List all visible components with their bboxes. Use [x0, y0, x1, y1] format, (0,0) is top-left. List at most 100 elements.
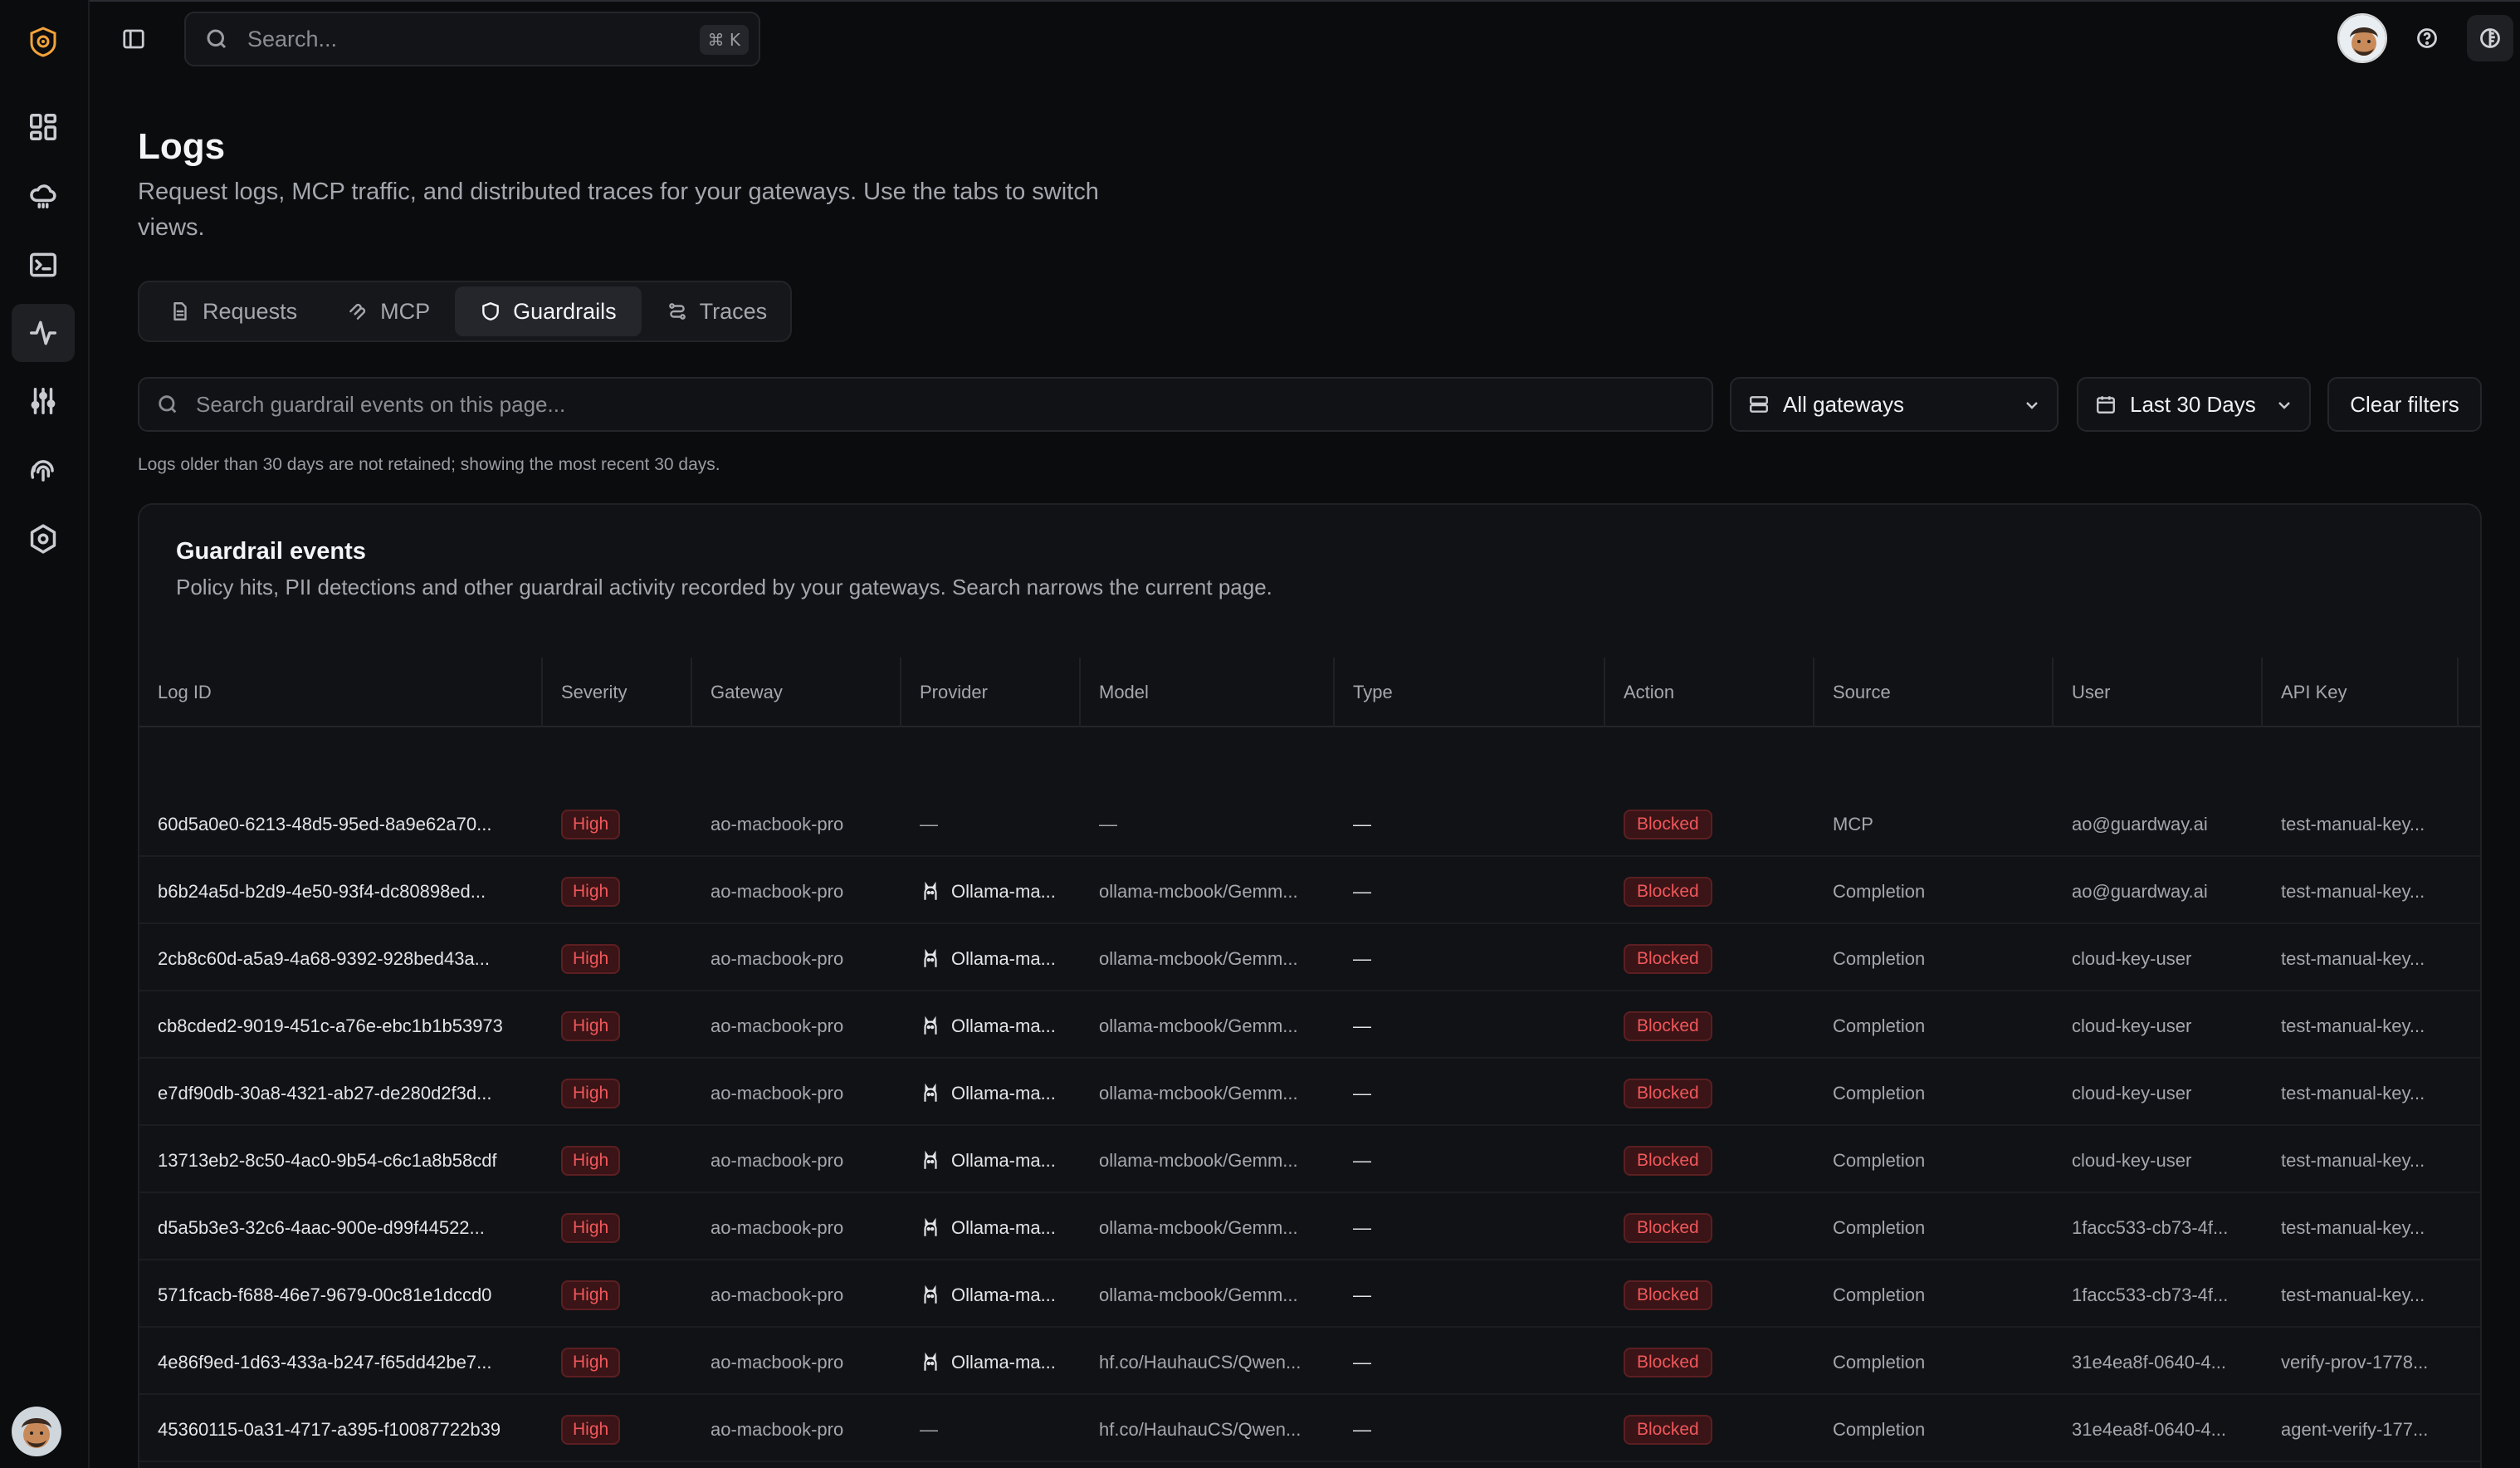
tab-mcp[interactable]: MCP [322, 286, 455, 336]
log-id-cell[interactable]: 45360115-0a31-4717-a395-f10087722b39 [139, 1397, 543, 1462]
api-key-cell: verify-prov-1778... [2281, 1351, 2429, 1373]
api-key-cell: agent-verify-177... [2281, 1418, 2429, 1440]
table-row[interactable]: b6b24a5d-b2d9-4e50-93f4-dc80898ed... High… [139, 859, 2480, 924]
log-id-cell[interactable]: 4e86f9ed-1d63-433a-b247-f65dd42be7... [139, 1329, 543, 1395]
column-header[interactable]: Source [1814, 658, 2054, 727]
table-row[interactable]: e7df90db-30a8-4321-ab27-de280d2f3d... Hig… [139, 1060, 2480, 1126]
column-header[interactable]: Provider [901, 658, 1081, 727]
table-row[interactable]: 60d5a0e0-6213-48d5-95ed-8a9e62a70... High… [139, 791, 2480, 857]
severity-cell: High [543, 1262, 692, 1328]
search-icon [159, 395, 177, 413]
provider-name: Ollama-ma... [951, 1216, 1056, 1238]
model-cell: ollama-mcbook/Gemm... [1099, 947, 1298, 969]
user-avatar[interactable] [2337, 13, 2387, 63]
help-icon[interactable] [2404, 15, 2450, 61]
nav-settings-icon[interactable] [12, 510, 75, 568]
ollama-icon [924, 948, 937, 967]
model-cell: ollama-mcbook/Gemm... [1099, 1216, 1298, 1238]
source-cell: Completion [1833, 1351, 1926, 1373]
api-key-cell: test-manual-key... [2281, 1216, 2425, 1238]
gateway-cell: ao-macbook-pro [711, 947, 844, 969]
sidebar-avatar[interactable] [12, 1407, 61, 1456]
provider-name: Ollama-ma... [951, 1015, 1056, 1036]
nav-fingerprint-icon[interactable] [12, 442, 75, 500]
log-id-cell[interactable]: b6b24a5d-b2d9-4e50-93f4-dc80898ed... [139, 859, 543, 924]
tab-label: Guardrails [513, 298, 617, 324]
type-cell: — [1353, 813, 1371, 834]
gateway-select-value: All gateways [1783, 391, 1904, 417]
provider-cell: Ollama-ma... [901, 1195, 1081, 1260]
table-row[interactable]: cb8cded2-9019-451c-a76e-ebc1b1b53973 High… [139, 993, 2480, 1059]
log-id-cell[interactable]: d5a5b3e3-32c6-4aac-900e-d99f44522... [139, 1195, 543, 1260]
column-header[interactable]: Model [1081, 658, 1335, 727]
log-id-cell[interactable]: 13713eb2-8c50-4ac0-9b54-c6c1a8b58cdf [139, 1128, 543, 1193]
shortcut-hint: ⌘ K [699, 25, 749, 55]
clear-filters-button[interactable]: Clear filters [2327, 377, 2482, 432]
action-badge: Blocked [1624, 1212, 1712, 1243]
guardrail-search-input[interactable]: Search guardrail events on this page... [138, 377, 1713, 432]
action-cell: Blocked [1605, 993, 1814, 1059]
source-cell: Completion [1833, 880, 1926, 902]
model-cell: ollama-mcbook/Gemm... [1099, 1284, 1298, 1305]
gateway-cell: ao-macbook-pro [711, 813, 844, 834]
provider-name: Ollama-ma... [951, 1082, 1056, 1103]
theme-toggle-icon[interactable] [2467, 15, 2513, 61]
column-header[interactable]: Log ID [139, 658, 543, 727]
source-cell: MCP [1833, 813, 1873, 834]
nav-sliders-icon[interactable] [12, 372, 75, 430]
gateway-cell: ao-macbook-pro [711, 1284, 844, 1305]
source-cell: Completion [1833, 1418, 1926, 1440]
column-header[interactable]: Type [1335, 658, 1605, 727]
gateway-select[interactable]: All gateways [1730, 377, 2058, 432]
action-badge: Blocked [1624, 1414, 1712, 1445]
action-cell: Blocked [1605, 1397, 1814, 1462]
page-title: Logs [138, 126, 226, 167]
brand-logo-icon[interactable] [25, 23, 61, 60]
ollama-icon [924, 1217, 937, 1236]
model-cell: — [1099, 813, 1117, 834]
nav-activity-icon[interactable] [12, 304, 75, 362]
log-id-cell[interactable]: e7df90db-30a8-4321-ab27-de280d2f3d... [139, 1060, 543, 1126]
nav-cloud-icon[interactable] [12, 166, 75, 224]
global-search-input[interactable]: Search... ⌘ K [184, 12, 760, 66]
tab-requests[interactable]: Requests [144, 286, 322, 336]
date-range-select[interactable]: Last 30 Days [2077, 377, 2311, 432]
log-id-cell[interactable]: 2cb8c60d-a5a9-4a68-9392-928bed43a... [139, 926, 543, 991]
action-cell: Blocked [1605, 791, 1814, 857]
nav-terminal-icon[interactable] [12, 236, 75, 294]
type-cell: — [1353, 1418, 1371, 1440]
severity-badge: High [561, 1280, 621, 1310]
log-id-cell[interactable]: 60d5a0e0-6213-48d5-95ed-8a9e62a70... [139, 791, 543, 857]
tab-guardrails[interactable]: Guardrails [455, 286, 642, 336]
table-row[interactable]: 45360115-0a31-4717-a395-f10087722b39 High… [139, 1397, 2480, 1462]
column-header[interactable]: Severity [543, 658, 692, 727]
table-row[interactable]: 2cb8c60d-a5a9-4a68-9392-928bed43a... High… [139, 926, 2480, 991]
log-id-cell[interactable]: cb8cded2-9019-451c-a76e-ebc1b1b53973 [139, 993, 543, 1059]
tab-traces[interactable]: Traces [642, 286, 793, 336]
log-id-cell[interactable]: 571fcacb-f688-46e7-9679-00c81e1dccd0 [139, 1262, 543, 1328]
column-header[interactable]: API Key [2263, 658, 2459, 727]
table-row[interactable]: 571fcacb-f688-46e7-9679-00c81e1dccd0 High… [139, 1262, 2480, 1328]
column-header[interactable]: Action [1605, 658, 1814, 727]
action-cell: Blocked [1605, 1329, 1814, 1395]
table-row[interactable]: d5a5b3e3-32c6-4aac-900e-d99f44522... High… [139, 1195, 2480, 1260]
sidebar-toggle-icon[interactable] [115, 20, 153, 58]
server-icon [1750, 396, 1768, 413]
provider-cell: Ollama-ma... [901, 993, 1081, 1059]
date-range-value: Last 30 Days [2130, 391, 2256, 417]
table-header: Log ID Severity Gateway Provider Model T… [139, 658, 2480, 727]
model-cell: ollama-mcbook/Gemm... [1099, 1149, 1298, 1171]
nav-dashboard-icon[interactable] [12, 98, 75, 156]
sidebar [0, 0, 90, 1468]
table-row[interactable]: 4e86f9ed-1d63-433a-b247-f65dd42be7... Hig… [139, 1329, 2480, 1395]
column-header[interactable]: Gateway [692, 658, 901, 727]
user-cell: cloud-key-user [2072, 1149, 2192, 1171]
action-cell: Blocked [1605, 1060, 1814, 1126]
table-row[interactable]: 13713eb2-8c50-4ac0-9b54-c6c1a8b58cdf High… [139, 1128, 2480, 1193]
traces-icon [668, 303, 686, 320]
severity-cell: High [543, 993, 692, 1059]
model-cell: ollama-mcbook/Gemm... [1099, 1015, 1298, 1036]
column-header[interactable]: User [2054, 658, 2263, 727]
source-cell: Completion [1833, 1015, 1926, 1036]
provider-name: Ollama-ma... [951, 1149, 1056, 1171]
